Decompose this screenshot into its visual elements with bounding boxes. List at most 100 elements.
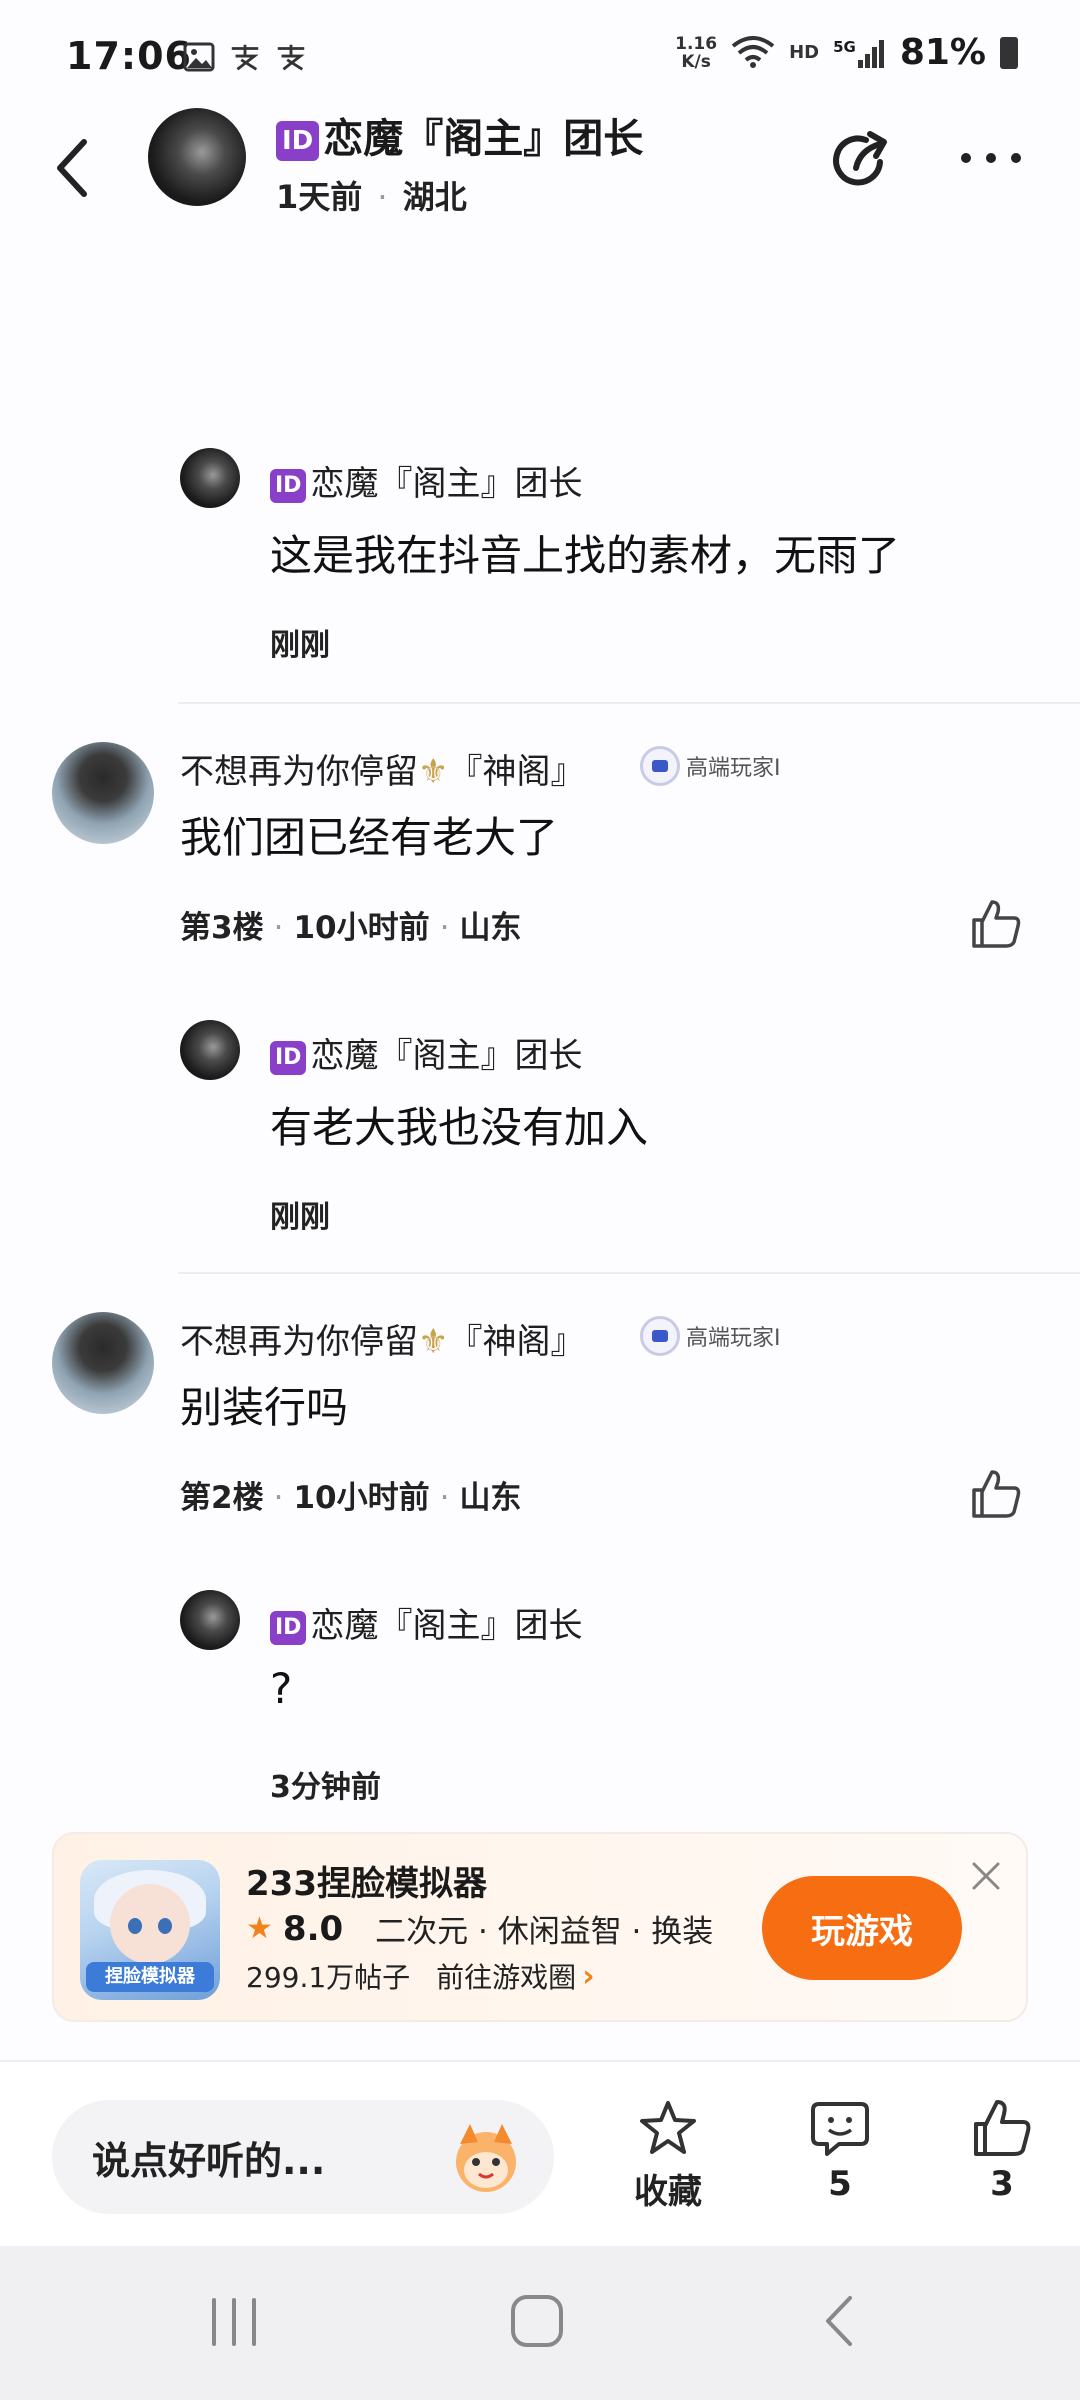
commenter-group: 『神阁』 [448, 752, 585, 792]
comment-meta: 第2楼 · 10小时前 · 山东 [180, 1480, 522, 1516]
author-name-text: 恋魔『阁主』团长 [323, 116, 644, 162]
divider [178, 1272, 1080, 1274]
comment-time: 10小时前 [293, 910, 430, 946]
level-badge: 高端玩家I [640, 1316, 781, 1356]
author-name[interactable]: ID 恋魔『阁主』团长 [276, 106, 643, 164]
back-icon [826, 2296, 852, 2346]
comment-meta: 第3楼 · 10小时前 · 山东 [180, 910, 522, 946]
id-badge: ID [270, 1040, 307, 1075]
game-circle-link-text: 前往游戏圈 [436, 1961, 577, 1994]
game-circle-link[interactable]: 前往游戏圈 › [436, 1956, 594, 1996]
share-button[interactable] [826, 126, 896, 196]
level-text: 高端玩家I [686, 1326, 781, 1351]
home-icon [511, 2295, 563, 2347]
close-icon [972, 1862, 1000, 1890]
id-badge: ID [270, 468, 307, 503]
reply-avatar[interactable] [180, 1590, 240, 1650]
reply-avatar[interactable] [180, 448, 240, 508]
post-time: 1天前 [276, 178, 363, 216]
recent-apps-icon [212, 2298, 256, 2346]
post-header: ID 恋魔『阁主』团长 1天前 · 湖北 [0, 100, 1080, 230]
game-title[interactable]: 233捏脸模拟器 [246, 1856, 487, 1905]
gallery-notification-icon [182, 40, 216, 74]
reply-author[interactable]: ID 恋魔『阁主』团长 [270, 456, 582, 505]
alipay-notification-icon [228, 40, 262, 74]
comment-text[interactable]: 我们团已经有老大了 [180, 804, 558, 865]
author-avatar[interactable] [148, 108, 246, 206]
comment-text[interactable]: 别装行吗 [180, 1374, 348, 1435]
chevron-left-icon [57, 139, 87, 197]
status-time: 17:06 [66, 34, 192, 78]
commenter-name-text: 不想再为你停留 [180, 752, 418, 792]
game-promo-card[interactable]: 捏脸模拟器 233捏脸模拟器 ★ 8.0 二次元 · 休闲益智 · 换装 299… [52, 1832, 1028, 2022]
divider [178, 702, 1080, 704]
close-card-button[interactable] [966, 1856, 1006, 1896]
level-text: 高端玩家I [686, 756, 781, 781]
more-options-button[interactable] [956, 138, 1026, 178]
game-post-count: 299.1万帖子 [246, 1961, 411, 1994]
game-icon-face [110, 1884, 190, 1964]
play-game-button[interactable]: 玩游戏 [762, 1876, 962, 1980]
like-post-button[interactable]: 3 [952, 2098, 1052, 2228]
comment-button[interactable]: 5 [790, 2098, 890, 2228]
network-speed: 1.16 K/s [675, 35, 717, 71]
reply-text[interactable]: 这是我在抖音上找的素材，无雨了 [270, 522, 900, 583]
meta-separator: · [377, 178, 388, 216]
game-icon-eye [128, 1918, 142, 1934]
fleur-de-lis-icon: ⚜ [418, 1322, 449, 1362]
reply-author-name: 恋魔『阁主』团长 [310, 1606, 583, 1646]
game-icon-banner: 捏脸模拟器 [86, 1962, 214, 1992]
commenter-name[interactable]: 不想再为你停留⚜『神阁』 [180, 744, 584, 793]
net-speed-value: 1.16 [675, 33, 718, 54]
reply-author[interactable]: ID 恋魔『阁主』团长 [270, 1028, 582, 1077]
fleur-de-lis-icon: ⚜ [418, 752, 449, 792]
comment-location: 山东 [459, 1480, 522, 1516]
battery-percent: 81% [899, 32, 986, 73]
star-icon: ★ [246, 1911, 273, 1946]
commenter-name-text: 不想再为你停留 [180, 1322, 418, 1362]
system-nav-bar [0, 2246, 1080, 2400]
more-dots-icon [961, 153, 1021, 163]
back-button[interactable] [44, 132, 104, 202]
reply-author-name: 恋魔『阁主』团长 [310, 464, 583, 504]
like-button[interactable] [970, 1468, 1022, 1520]
thumbs-up-icon [974, 2100, 1031, 2156]
level-badge: 高端玩家I [640, 746, 781, 786]
author-meta: 1天前 · 湖北 [276, 172, 467, 218]
reply-text[interactable]: ? [270, 1664, 292, 1713]
comment-time: 10小时前 [293, 1480, 430, 1516]
comment-floor: 第2楼 [180, 1480, 264, 1516]
commenter-avatar[interactable] [52, 742, 154, 844]
comment-bubble-icon [811, 2102, 869, 2156]
recent-apps-button[interactable] [206, 2294, 262, 2354]
reply-text[interactable]: 有老大我也没有加入 [270, 1094, 648, 1155]
chevron-right-icon: › [582, 1958, 595, 1994]
game-app-icon[interactable]: 捏脸模拟器 [80, 1860, 220, 2000]
comment-input-placeholder: 说点好听的... [92, 2138, 326, 2183]
game-posts-row: 299.1万帖子 前往游戏圈 › [246, 1956, 595, 1996]
net-speed-unit: K/s [681, 51, 711, 72]
comment-location: 山东 [459, 910, 522, 946]
home-button[interactable] [508, 2292, 566, 2354]
favorite-button[interactable]: 收藏 [618, 2098, 718, 2228]
level-icon [640, 1316, 680, 1356]
comment-input[interactable]: 说点好听的... [52, 2100, 554, 2214]
level-icon [640, 746, 680, 786]
reply-time: 刚刚 [270, 628, 330, 663]
reply-author-name: 恋魔『阁主』团长 [310, 1036, 583, 1076]
network-type: 5G [833, 37, 856, 56]
battery-icon [1000, 36, 1018, 69]
commenter-avatar[interactable] [52, 1312, 154, 1414]
star-outline-icon [640, 2101, 696, 2154]
thumbs-up-icon [972, 900, 1021, 948]
post-location: 湖北 [402, 178, 467, 216]
game-icon-eye [158, 1918, 172, 1934]
like-button[interactable] [970, 898, 1022, 950]
wifi-icon [731, 34, 775, 72]
like-count: 3 [990, 2164, 1014, 2204]
reply-author[interactable]: ID 恋魔『阁主』团长 [270, 1598, 582, 1647]
reply-avatar[interactable] [180, 1020, 240, 1080]
system-back-button[interactable] [820, 2292, 860, 2354]
commenter-name[interactable]: 不想再为你停留⚜『神阁』 [180, 1314, 584, 1363]
signal-icon: 5G [833, 38, 886, 68]
